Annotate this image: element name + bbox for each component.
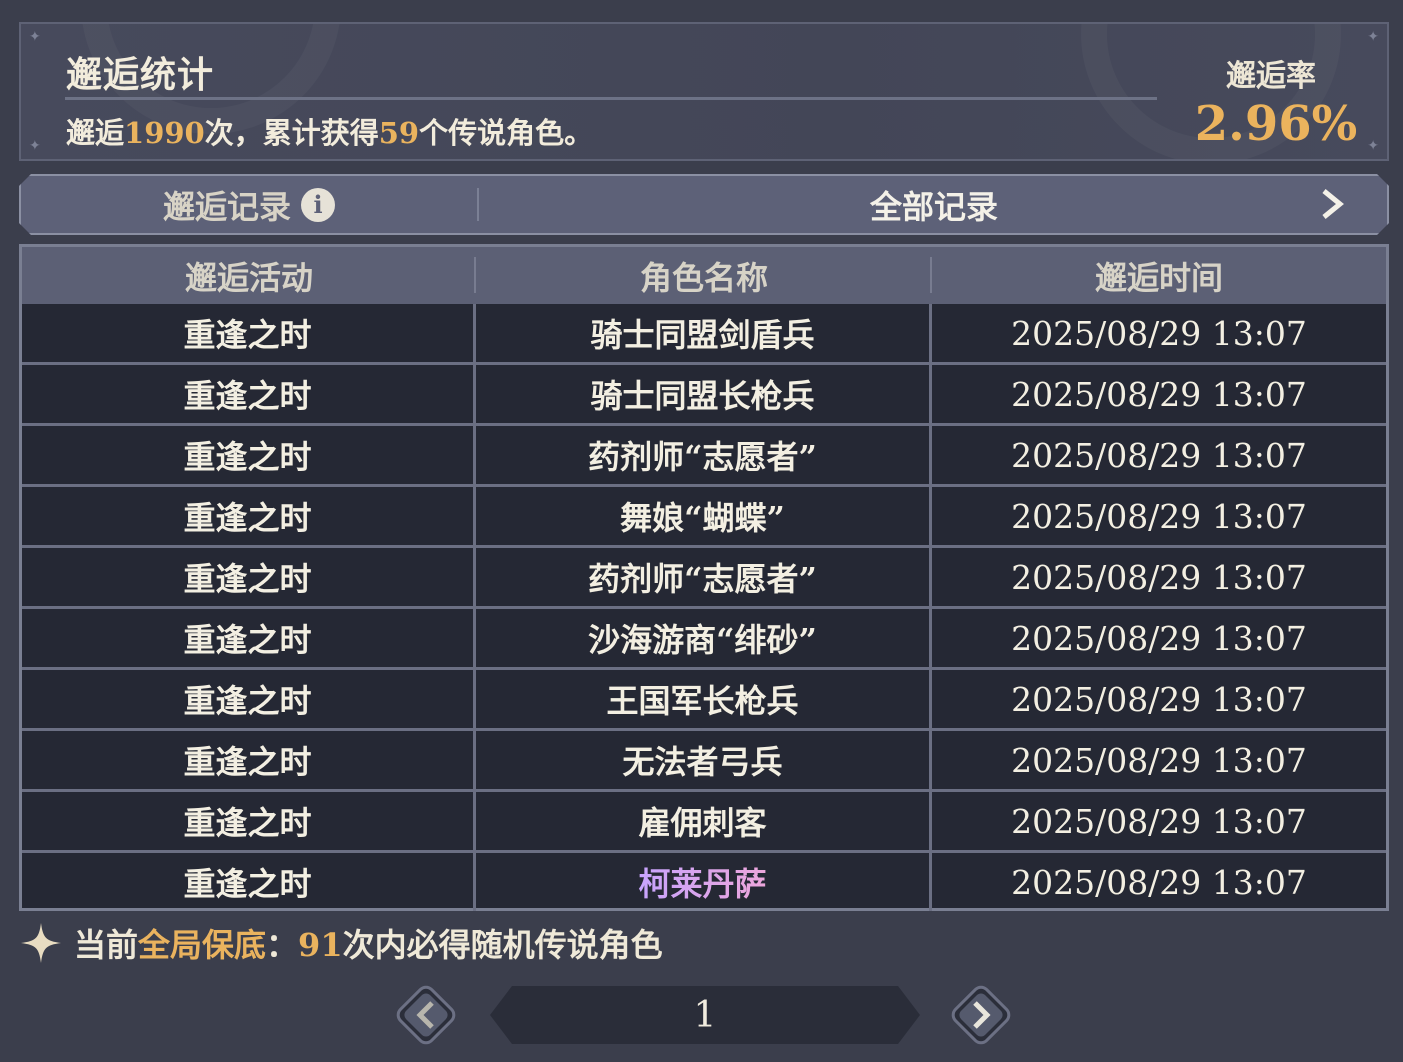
table-row: 重逢之时 药剂师“志愿者” 2025/08/29 13:07 xyxy=(22,426,1386,487)
cell-time: 2025/08/29 13:07 xyxy=(1011,557,1307,597)
cell-character: 无法者弓兵 xyxy=(476,731,932,789)
encounter-rate-label: 邂逅率 xyxy=(1226,59,1316,94)
summary-suffix: 个传说角色。 xyxy=(419,116,594,150)
current-page: 1 xyxy=(693,994,717,1036)
table-row: 重逢之时 无法者弓兵 2025/08/29 13:07 xyxy=(22,731,1386,792)
table-body: 重逢之时 骑士同盟剑盾兵 2025/08/29 13:07 重逢之时 骑士同盟长… xyxy=(22,304,1386,911)
cell-time: 2025/08/29 13:07 xyxy=(1011,618,1307,658)
record-filter-selector[interactable]: 全部记录 xyxy=(481,176,1387,233)
cell-time: 2025/08/29 13:07 xyxy=(1011,313,1307,353)
cell-character: 雇佣刺客 xyxy=(476,792,932,850)
table-row: 重逢之时 药剂师“志愿者” 2025/08/29 13:07 xyxy=(22,548,1386,609)
cell-time: 2025/08/29 13:07 xyxy=(1011,801,1307,841)
cell-time: 2025/08/29 13:07 xyxy=(1011,496,1307,536)
header-activity: 邂逅活动 xyxy=(22,247,476,304)
next-page-button[interactable] xyxy=(945,979,1017,1051)
cell-character: 舞娘“蝴蝶” xyxy=(476,487,932,545)
table-row: 重逢之时 骑士同盟长枪兵 2025/08/29 13:07 xyxy=(22,365,1386,426)
record-filter-label: 全部记录 xyxy=(869,187,998,226)
summary-prefix: 邂逅 xyxy=(66,116,125,150)
cell-time: 2025/08/29 13:07 xyxy=(1011,435,1307,475)
cell-character: 骑士同盟长枪兵 xyxy=(476,365,932,423)
legendary-count: 59 xyxy=(378,116,420,150)
cell-activity: 重逢之时 xyxy=(22,670,476,728)
records-bar: 邂逅记录 i 全部记录 xyxy=(19,174,1389,235)
total-encounters: 1990 xyxy=(124,116,205,150)
cell-character-legendary: 柯莱丹萨 xyxy=(476,853,932,911)
cell-character: 药剂师“志愿者” xyxy=(476,548,932,606)
tab-encounter-records-label: 邂逅记录 xyxy=(162,187,291,226)
pity-colon: ： xyxy=(266,926,299,964)
table-row: 重逢之时 骑士同盟剑盾兵 2025/08/29 13:07 xyxy=(22,304,1386,365)
table-row: 重逢之时 王国军长枪兵 2025/08/29 13:07 xyxy=(22,670,1386,731)
cell-time: 2025/08/29 13:07 xyxy=(1011,740,1307,780)
pity-count: 91 xyxy=(298,926,343,964)
page-number-field[interactable]: 1 xyxy=(490,986,920,1044)
cell-time: 2025/08/29 13:07 xyxy=(1011,374,1307,414)
table-row: 重逢之时 柯莱丹萨 2025/08/29 13:07 xyxy=(22,853,1386,911)
cell-activity: 重逢之时 xyxy=(22,853,476,911)
pity-prefix: 当前 xyxy=(74,926,139,964)
cell-character: 王国军长枪兵 xyxy=(476,670,932,728)
header-time: 邂逅时间 xyxy=(1094,258,1223,297)
cell-activity: 重逢之时 xyxy=(22,304,476,362)
cell-character: 沙海游商“绯砂” xyxy=(476,609,932,667)
prev-page-button[interactable] xyxy=(390,979,462,1051)
corner-ornament: ✦ xyxy=(29,138,41,154)
encounter-rate-value: 2.96% xyxy=(1194,96,1358,152)
bar-divider xyxy=(477,188,479,221)
cell-time: 2025/08/29 13:07 xyxy=(1011,679,1307,719)
summary-mid: 次，累计获得 xyxy=(204,116,379,150)
pity-highlight: 全局保底 xyxy=(138,926,267,964)
corner-ornament: ✦ xyxy=(29,29,41,45)
pity-suffix: 次内必得随机传说角色 xyxy=(342,926,663,964)
cell-activity: 重逢之时 xyxy=(22,426,476,484)
title-underline xyxy=(65,97,1157,100)
corner-ornament: ✦ xyxy=(1367,29,1379,45)
pity-info: 当前全局保底：91次内必得随机传说角色 xyxy=(20,918,663,968)
cell-activity: 重逢之时 xyxy=(22,609,476,667)
table-row: 重逢之时 舞娘“蝴蝶” 2025/08/29 13:07 xyxy=(22,487,1386,548)
stats-title: 邂逅统计 xyxy=(66,54,215,96)
info-icon[interactable]: i xyxy=(301,188,335,222)
encounter-stats-panel: ✦ ✦ ✦ ✦ 邂逅统计 邂逅1990次，累计获得59个传说角色。 邂逅率 2.… xyxy=(19,22,1389,161)
header-character: 角色名称 xyxy=(476,247,932,304)
table-row: 重逢之时 沙海游商“绯砂” 2025/08/29 13:07 xyxy=(22,609,1386,670)
pity-text: 当前全局保底：91次内必得随机传说角色 xyxy=(74,920,663,966)
cell-activity: 重逢之时 xyxy=(22,792,476,850)
cell-activity: 重逢之时 xyxy=(22,548,476,606)
tab-encounter-records[interactable]: 邂逅记录 i xyxy=(21,176,477,233)
cell-character: 骑士同盟剑盾兵 xyxy=(476,304,932,362)
table-row: 重逢之时 雇佣刺客 2025/08/29 13:07 xyxy=(22,792,1386,853)
table-header: 邂逅活动 角色名称 邂逅时间 xyxy=(22,247,1386,304)
cell-activity: 重逢之时 xyxy=(22,487,476,545)
cell-activity: 重逢之时 xyxy=(22,365,476,423)
cell-activity: 重逢之时 xyxy=(22,731,476,789)
cell-time: 2025/08/29 13:07 xyxy=(1011,862,1307,902)
encounter-records-table: 邂逅活动 角色名称 邂逅时间 重逢之时 骑士同盟剑盾兵 2025/08/29 1… xyxy=(19,244,1389,911)
chevron-right-icon[interactable] xyxy=(1315,187,1349,221)
stats-summary: 邂逅1990次，累计获得59个传说角色。 xyxy=(66,110,593,152)
sparkle-star-icon xyxy=(21,923,61,963)
cell-character: 药剂师“志愿者” xyxy=(476,426,932,484)
